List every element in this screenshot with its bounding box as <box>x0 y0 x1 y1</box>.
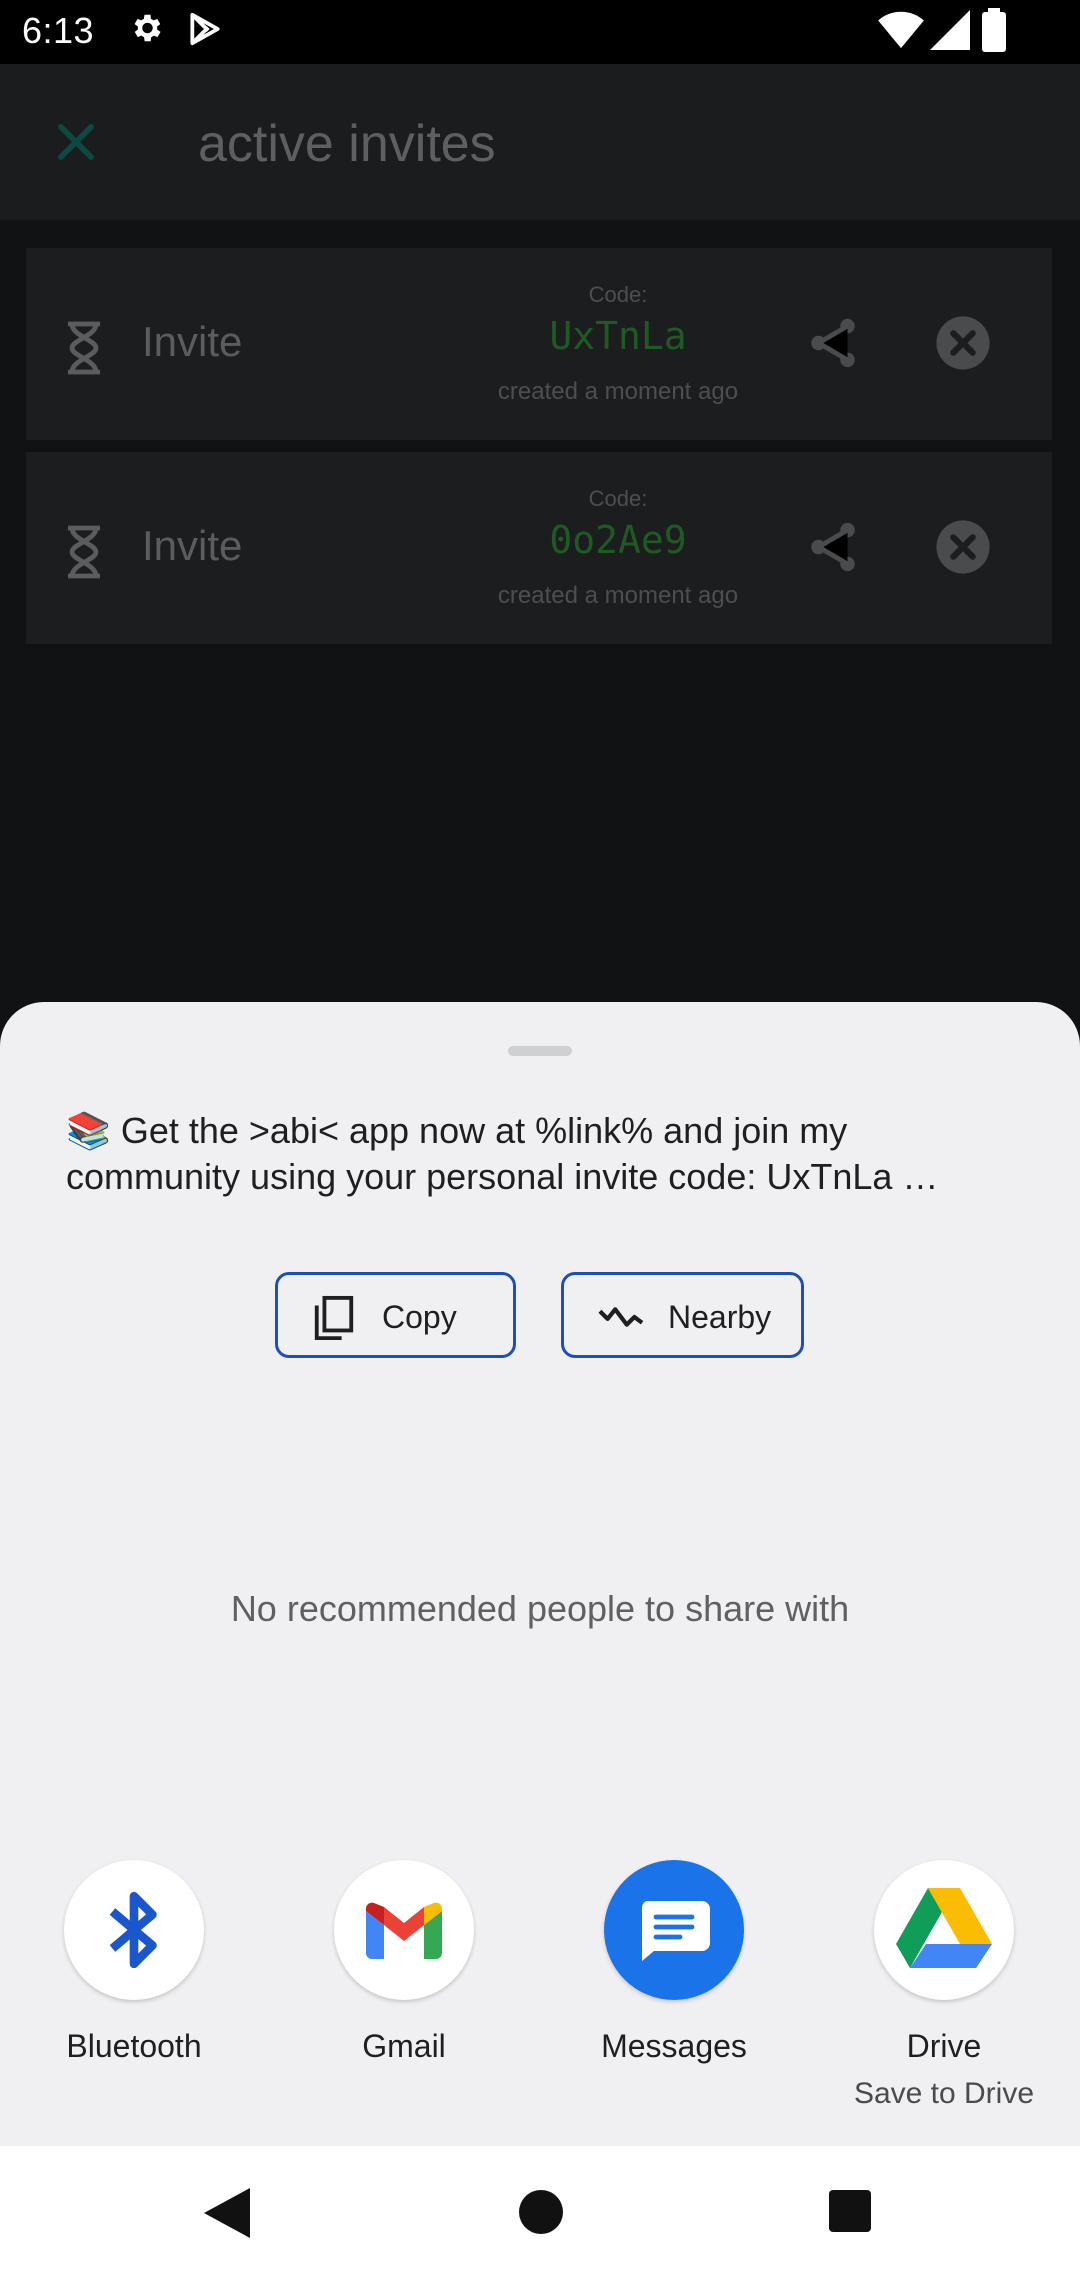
nearby-icon <box>598 1299 644 1343</box>
app-bar: active invites <box>0 64 1080 220</box>
navigation-bar <box>0 2146 1080 2280</box>
recents-icon[interactable] <box>829 2190 871 2237</box>
code-label: Code: <box>588 486 648 511</box>
target-name: Messages <box>601 2028 747 2064</box>
back-icon[interactable] <box>204 2188 250 2243</box>
drag-handle[interactable] <box>508 1046 572 1056</box>
status-time: 6:13 <box>22 10 95 51</box>
signal-icon <box>930 10 970 55</box>
target-name: Drive <box>906 2028 982 2064</box>
target-name: Bluetooth <box>66 2028 202 2064</box>
play-store-icon <box>186 10 224 53</box>
home-icon[interactable] <box>519 2190 563 2239</box>
gear-icon <box>128 10 164 51</box>
share-icon[interactable] <box>804 314 862 377</box>
copy-label: Copy <box>382 1299 457 1335</box>
copy-icon <box>312 1295 356 1349</box>
remove-invite-icon[interactable] <box>934 518 992 581</box>
share-preview-text: 📚 Get the >abi< app now at %link% and jo… <box>66 1110 939 1197</box>
invite-label: Invite <box>142 522 243 569</box>
created-time: created a moment ago <box>497 582 739 609</box>
hourglass-icon <box>64 320 104 381</box>
share-target-gmail[interactable]: Gmail <box>304 1860 504 2065</box>
invite-code: UxTnLa <box>549 314 687 358</box>
nearby-button[interactable]: Nearby <box>561 1272 804 1358</box>
invite-card[interactable]: Invite Code: 0o2Ae9 created a moment ago <box>26 452 1052 644</box>
invite-code: 0o2Ae9 <box>549 518 687 562</box>
page-title: active invites <box>198 115 496 173</box>
invite-label: Invite <box>142 318 243 365</box>
messages-icon <box>604 1860 744 2000</box>
close-icon[interactable] <box>50 116 102 173</box>
gmail-icon <box>334 1860 474 2000</box>
target-subtitle: Save to Drive <box>853 2077 1035 2110</box>
drive-icon <box>874 1860 1014 2000</box>
code-label: Code: <box>588 282 648 307</box>
status-bar: 6:13 <box>0 0 1080 64</box>
invite-card[interactable]: Invite Code: UxTnLa created a moment ago <box>26 248 1052 440</box>
target-name: Gmail <box>362 2028 446 2064</box>
no-recommendations-text: No recommended people to share with <box>230 1588 850 1629</box>
share-sheet: 📚 Get the >abi< app now at %link% and jo… <box>0 1002 1080 2146</box>
share-target-bluetooth[interactable]: Bluetooth <box>34 1860 234 2065</box>
remove-invite-icon[interactable] <box>934 314 992 377</box>
share-target-messages[interactable]: Messages <box>574 1860 774 2065</box>
share-icon[interactable] <box>804 518 862 581</box>
battery-icon <box>982 8 1006 57</box>
nearby-label: Nearby <box>668 1299 772 1335</box>
hourglass-icon <box>64 524 104 585</box>
bluetooth-icon <box>64 1860 204 2000</box>
wifi-icon <box>878 10 924 55</box>
created-time: created a moment ago <box>497 378 739 405</box>
share-target-drive[interactable]: Drive Save to Drive <box>844 1860 1044 2111</box>
copy-button[interactable]: Copy <box>275 1272 516 1358</box>
